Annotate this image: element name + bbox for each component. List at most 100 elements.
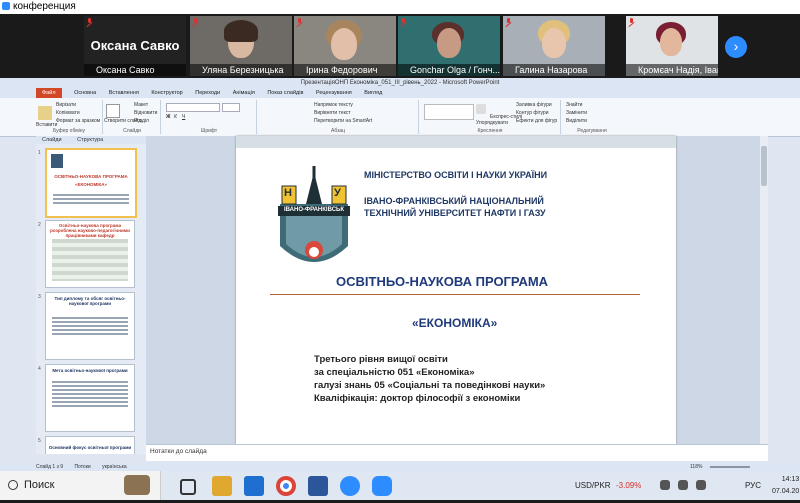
- replace-button[interactable]: Замінити: [566, 110, 587, 116]
- taskbar: Поиск USD/PKR -3.09% РУС 14:13 07.04.20: [0, 471, 800, 500]
- volume-icon[interactable]: [696, 480, 706, 490]
- clock[interactable]: 14:13 07.04.20: [772, 474, 799, 503]
- participant-tile-active[interactable]: Оксана Савко Оксана Савко: [84, 16, 186, 76]
- tab-insert[interactable]: Вставлення: [109, 90, 139, 96]
- file-tab[interactable]: Файл: [36, 88, 62, 98]
- chevron-right-icon: ›: [733, 38, 739, 54]
- muted-mic-icon: [86, 18, 93, 26]
- slide-thumbnail[interactable]: Мета освітньо-наукової програми: [45, 364, 135, 432]
- save-icon[interactable]: [244, 476, 264, 496]
- muted-mic-icon: [505, 18, 512, 26]
- thumbnail-title: ОСВІТНЬО-НАУКОВА ПРОГРАМА: [54, 174, 128, 179]
- participant-tile[interactable]: Галина Назарова: [503, 16, 605, 76]
- panel-tabs: Слайди Структура: [36, 136, 146, 144]
- slide[interactable]: Н У ІВАНО-ФРАНКІВСЬК МІНІСТЕРСТВО ОСВІТИ…: [236, 136, 676, 444]
- muted-mic-icon: [192, 18, 199, 26]
- clipboard-label: Буфер обміну: [52, 128, 86, 134]
- search-icon: [8, 480, 18, 491]
- muted-mic-icon: [400, 18, 407, 26]
- zoom-icon[interactable]: [340, 476, 360, 496]
- slide-thumbnail[interactable]: Основний фокус освітньої програми: [45, 436, 135, 454]
- zoom-slider[interactable]: [710, 466, 750, 468]
- thumbnail-number: 1: [38, 150, 41, 156]
- participant-tile[interactable]: Gonchar Olga / Гонч...: [398, 16, 500, 76]
- zoom-level[interactable]: 118%: [690, 463, 702, 471]
- status-bar: Слайд 1 з 9 Потоки українська 118%: [0, 463, 800, 471]
- convert-smartart-button[interactable]: Перетворити на SmartArt: [314, 118, 372, 124]
- input-language[interactable]: РУС: [745, 471, 761, 500]
- align-text-button[interactable]: Вирівняти текст: [314, 110, 351, 116]
- copy-button[interactable]: Копіювати: [56, 110, 80, 116]
- scrollbar-thumb[interactable]: [761, 146, 767, 186]
- thumbnail-title: Тип диплому та обсяг освітньо-наукової п…: [54, 296, 126, 306]
- reset-button[interactable]: Відновити: [134, 110, 157, 116]
- italic-icon[interactable]: К: [174, 114, 177, 120]
- tab-animations[interactable]: Анімація: [233, 90, 255, 96]
- powerpoint-title: ПрезентаціяОНП Економіка_051_III_рівень_…: [0, 78, 800, 88]
- bold-icon[interactable]: Ж: [166, 114, 171, 120]
- file-explorer-icon[interactable]: [212, 476, 232, 496]
- taskbar-search[interactable]: Поиск: [0, 471, 161, 500]
- thumbnail-number: 2: [38, 222, 41, 228]
- underline-icon[interactable]: Ч: [182, 114, 185, 120]
- participant-name: Уляна Березницька: [190, 64, 292, 76]
- university-name-line1: ІВАНО-ФРАНКІВСЬКИЙ НАЦІОНАЛЬНИЙ: [364, 196, 544, 206]
- text-direction-button[interactable]: Напрямок тексту: [314, 102, 353, 108]
- find-button[interactable]: Знайти: [566, 102, 582, 108]
- participant-video: [660, 28, 682, 56]
- detail-line: Кваліфікація: доктор філософії з економі…: [314, 393, 521, 404]
- gallery-next-page-button[interactable]: ›: [725, 36, 747, 58]
- slides-label: Слайди: [123, 128, 141, 134]
- tab-review[interactable]: Рецензування: [316, 90, 352, 96]
- tab-view[interactable]: Вигляд: [364, 90, 382, 96]
- tab-home[interactable]: Основна: [74, 90, 96, 96]
- language-indicator: українська: [102, 464, 127, 470]
- shape-fill-button[interactable]: Заливка фігури: [516, 102, 552, 108]
- section-button[interactable]: Розділ: [134, 118, 149, 124]
- chrome-icon[interactable]: [276, 476, 296, 496]
- font-size-select[interactable]: [222, 103, 240, 112]
- active-speaker-name: Оксана Савко: [90, 38, 180, 53]
- participant-name: Gonchar Olga / Гонч...: [398, 64, 500, 76]
- participant-tile[interactable]: Кромєач Надія, Іван...: [626, 16, 718, 76]
- tab-slideshow[interactable]: Показ слайдів: [267, 90, 303, 96]
- participant-video: [437, 28, 461, 58]
- cut-button[interactable]: Вирізати: [56, 102, 76, 108]
- currency-pair[interactable]: USD/PKR: [575, 471, 611, 500]
- window-title-bar: конференция: [0, 0, 800, 14]
- select-button[interactable]: Виділити: [566, 118, 587, 124]
- tab-outline[interactable]: Структура: [77, 137, 103, 143]
- shapes-gallery[interactable]: [424, 104, 474, 120]
- tab-transitions[interactable]: Переходи: [195, 90, 220, 96]
- program-name: «ЕКОНОМІКА»: [412, 316, 498, 330]
- tab-design[interactable]: Конструктор: [151, 90, 182, 96]
- format-painter-button[interactable]: Формат за зразком: [56, 118, 100, 124]
- editing-label: Редагування: [577, 128, 607, 134]
- notes-placeholder: Нотатки до слайда: [150, 448, 207, 455]
- slide-thumbnail[interactable]: Освітньо-наукова програма розроблена нау…: [45, 220, 135, 288]
- font-group: Ж К Ч Шрифт: [162, 100, 257, 134]
- vertical-scrollbar[interactable]: [760, 136, 768, 444]
- participant-tile[interactable]: Уляна Березницька: [190, 16, 292, 76]
- participant-hair: [224, 20, 258, 42]
- arrange-button[interactable]: Упорядкувати: [476, 120, 508, 126]
- zoom-meeting-icon[interactable]: [372, 476, 392, 496]
- shape-effects-button[interactable]: Ефекти для фігур: [516, 118, 557, 124]
- university-name-line2: ТЕХНІЧНИЙ УНІВЕРСИТЕТ НАФТИ І ГАЗУ: [364, 208, 546, 218]
- network-icon[interactable]: [660, 480, 670, 490]
- drawing-group: Упорядкувати Експрес-стилі Заливка фігур…: [420, 100, 561, 134]
- participant-tile[interactable]: Ірина Федорович: [294, 16, 396, 76]
- font-family-select[interactable]: [166, 103, 220, 112]
- slide-thumbnail[interactable]: ОСВІТНЬО-НАУКОВА ПРОГРАМА «ЕКОНОМІКА»: [45, 148, 137, 218]
- layout-button[interactable]: Макет: [134, 102, 148, 108]
- notes-pane[interactable]: Нотатки до слайда: [146, 444, 768, 461]
- task-view-icon[interactable]: [180, 479, 196, 495]
- shape-outline-button[interactable]: Контур фігури: [516, 110, 548, 116]
- detail-line: галузі знань 05 «Соціальні та поведінков…: [314, 380, 546, 391]
- slide-thumbnail[interactable]: Тип диплому та обсяг освітньо-наукової п…: [45, 292, 135, 360]
- tab-slides[interactable]: Слайди: [42, 137, 62, 143]
- battery-icon[interactable]: [678, 480, 688, 490]
- thumbnail-number: 4: [38, 366, 41, 372]
- word-icon[interactable]: [308, 476, 328, 496]
- paragraph-group: Напрямок тексту Вирівняти текст Перетвор…: [258, 100, 419, 134]
